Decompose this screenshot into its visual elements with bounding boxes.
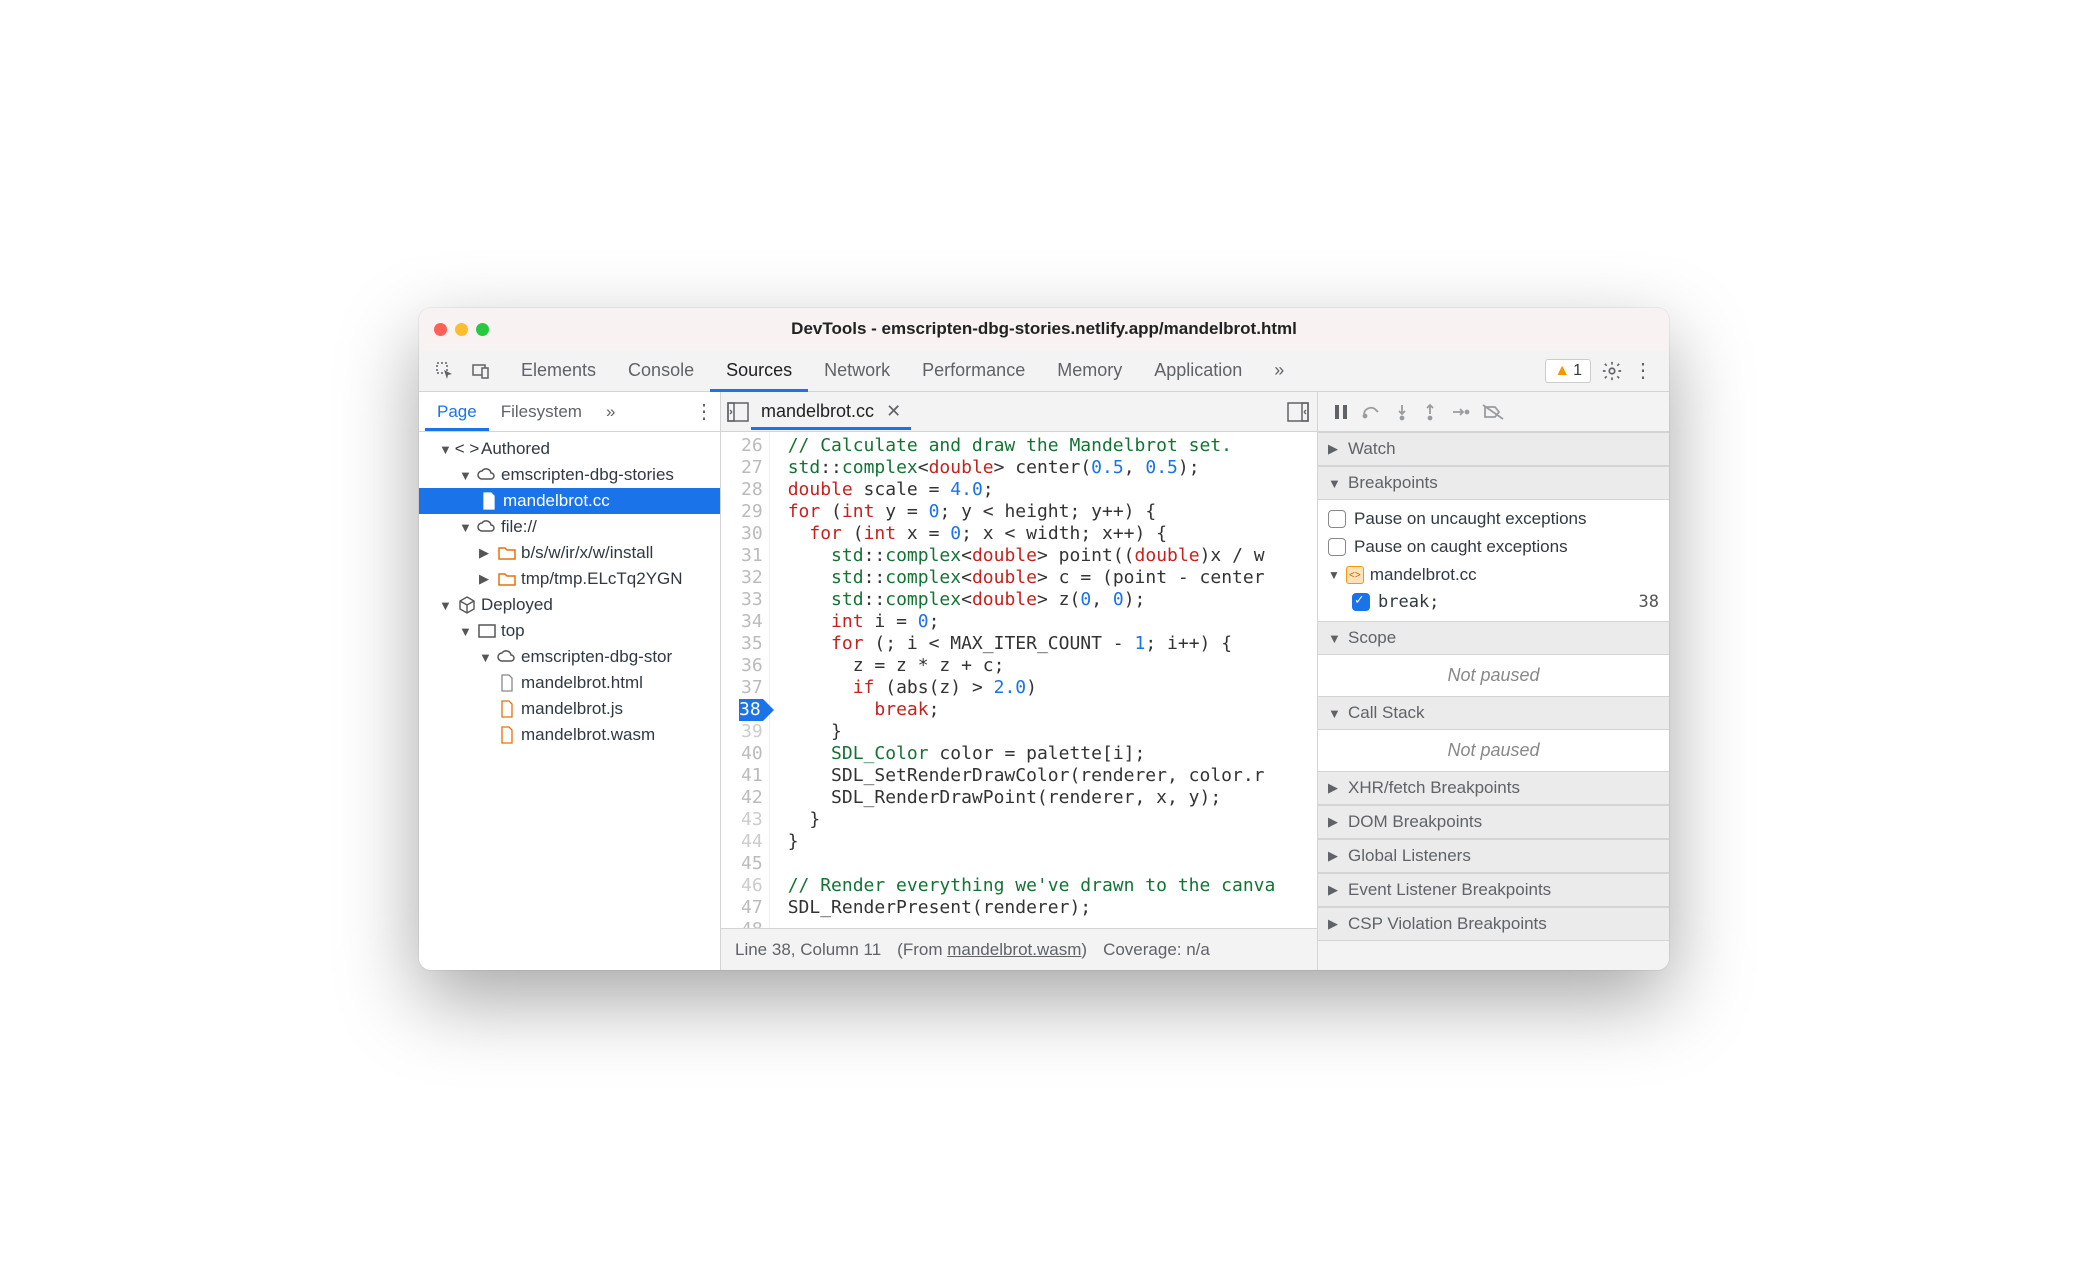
cloud-icon <box>477 468 497 482</box>
checkbox-icon[interactable] <box>1328 538 1346 556</box>
toggle-debugger-icon[interactable] <box>1287 402 1311 422</box>
source-map-origin[interactable]: (From mandelbrot.wasm) <box>897 940 1087 960</box>
scope-not-paused: Not paused <box>1318 655 1669 696</box>
editor-tabs: mandelbrot.cc ✕ <box>721 392 1317 432</box>
file-icon <box>497 674 517 692</box>
section-event-listener-breakpoints[interactable]: ▶Event Listener Breakpoints <box>1318 873 1669 907</box>
tab-more[interactable]: » <box>1258 350 1300 391</box>
tree-file-wasm[interactable]: mandelbrot.wasm <box>419 722 720 748</box>
code-editor[interactable]: 2627282930313233343536373839404142434445… <box>721 432 1317 928</box>
debugger-panel: ▶Watch ▼Breakpoints Pause on uncaught ex… <box>1317 392 1669 970</box>
nav-tab-page[interactable]: Page <box>425 393 489 431</box>
section-xhr-breakpoints[interactable]: ▶XHR/fetch Breakpoints <box>1318 771 1669 805</box>
panel-tabs: Elements Console Sources Network Perform… <box>505 350 1545 391</box>
maximize-window-button[interactable] <box>476 323 489 336</box>
file-tab-label: mandelbrot.cc <box>761 401 874 422</box>
tree-site-authored[interactable]: ▼ emscripten-dbg-stories <box>419 462 720 488</box>
step-over-icon[interactable] <box>1362 404 1382 420</box>
nav-tab-filesystem[interactable]: Filesystem <box>489 393 594 431</box>
tree-deployed[interactable]: ▼ Deployed <box>419 592 720 618</box>
device-toolbar-icon[interactable] <box>470 360 492 382</box>
tab-memory[interactable]: Memory <box>1041 350 1138 391</box>
warnings-badge[interactable]: ▲ 1 <box>1545 359 1591 383</box>
close-tab-icon[interactable]: ✕ <box>886 401 901 422</box>
tree-authored[interactable]: ▼ < > Authored <box>419 436 720 462</box>
brackets-icon: < > <box>457 439 477 459</box>
tree-folder-tmp[interactable]: ▶ tmp/tmp.ELcTq2YGN <box>419 566 720 592</box>
code-area[interactable]: // Calculate and draw the Mandelbrot set… <box>770 432 1317 928</box>
titlebar: DevTools - emscripten-dbg-stories.netlif… <box>419 308 1669 350</box>
step-out-icon[interactable] <box>1422 403 1438 421</box>
folder-icon <box>497 572 517 586</box>
section-csp-breakpoints[interactable]: ▶CSP Violation Breakpoints <box>1318 907 1669 941</box>
tree-site-deployed[interactable]: ▼ emscripten-dbg-stor <box>419 644 720 670</box>
section-callstack[interactable]: ▼Call Stack <box>1318 696 1669 730</box>
breakpoint-entry[interactable]: break; 38 <box>1328 589 1659 616</box>
pause-caught-row[interactable]: Pause on caught exceptions <box>1328 533 1659 561</box>
devtools-window: DevTools - emscripten-dbg-stories.netlif… <box>419 308 1669 970</box>
tab-application[interactable]: Application <box>1138 350 1258 391</box>
folder-icon <box>497 546 517 560</box>
pause-uncaught-row[interactable]: Pause on uncaught exceptions <box>1328 505 1659 533</box>
file-tree: ▼ < > Authored ▼ emscripten-dbg-stories … <box>419 432 720 752</box>
coverage-status: Coverage: n/a <box>1103 940 1210 960</box>
navigator-sidebar: Page Filesystem » ⋮ ▼ < > Authored ▼ ems… <box>419 392 721 970</box>
checkbox-checked-icon[interactable] <box>1352 593 1370 611</box>
minimize-window-button[interactable] <box>455 323 468 336</box>
editor-status-bar: Line 38, Column 11 (From mandelbrot.wasm… <box>721 928 1317 970</box>
navigator-tabs: Page Filesystem » ⋮ <box>419 392 720 432</box>
kebab-menu-icon[interactable]: ⋮ <box>1633 358 1653 383</box>
toggle-navigator-icon[interactable] <box>727 402 751 422</box>
callstack-not-paused: Not paused <box>1318 730 1669 771</box>
traffic-lights <box>434 323 489 336</box>
tab-sources[interactable]: Sources <box>710 350 808 391</box>
deactivate-breakpoints-icon[interactable] <box>1482 404 1504 420</box>
settings-icon[interactable] <box>1601 360 1623 382</box>
section-global-listeners[interactable]: ▶Global Listeners <box>1318 839 1669 873</box>
file-tab[interactable]: mandelbrot.cc ✕ <box>751 394 911 429</box>
section-watch[interactable]: ▶Watch <box>1318 432 1669 466</box>
breakpoints-body: Pause on uncaught exceptions Pause on ca… <box>1318 500 1669 621</box>
frame-icon <box>477 624 497 638</box>
inspect-element-icon[interactable] <box>434 360 456 382</box>
breakpoint-file-row[interactable]: ▼ <> mandelbrot.cc <box>1328 561 1659 589</box>
warnings-count: 1 <box>1573 362 1582 380</box>
tab-elements[interactable]: Elements <box>505 350 612 391</box>
debugger-toolbar <box>1318 392 1669 432</box>
tab-console[interactable]: Console <box>612 350 710 391</box>
cloud-icon <box>497 650 517 664</box>
source-file-icon: <> <box>1346 566 1364 584</box>
cube-icon <box>457 596 477 614</box>
panel-body: Page Filesystem » ⋮ ▼ < > Authored ▼ ems… <box>419 392 1669 970</box>
window-title: DevTools - emscripten-dbg-stories.netlif… <box>791 319 1297 339</box>
close-window-button[interactable] <box>434 323 447 336</box>
file-icon <box>497 700 517 718</box>
section-scope[interactable]: ▼Scope <box>1318 621 1669 655</box>
pause-resume-icon[interactable] <box>1332 403 1350 421</box>
section-dom-breakpoints[interactable]: ▶DOM Breakpoints <box>1318 805 1669 839</box>
cursor-position: Line 38, Column 11 <box>735 940 881 960</box>
tree-folder-bsw[interactable]: ▶ b/s/w/ir/x/w/install <box>419 540 720 566</box>
step-icon[interactable] <box>1450 404 1470 420</box>
tree-file-html[interactable]: mandelbrot.html <box>419 670 720 696</box>
step-into-icon[interactable] <box>1394 403 1410 421</box>
warning-icon: ▲ <box>1554 362 1570 380</box>
tree-file-protocol[interactable]: ▼ file:// <box>419 514 720 540</box>
tab-network[interactable]: Network <box>808 350 906 391</box>
line-gutter[interactable]: 2627282930313233343536373839404142434445… <box>721 432 770 928</box>
main-toolbar: Elements Console Sources Network Perform… <box>419 350 1669 392</box>
checkbox-icon[interactable] <box>1328 510 1346 528</box>
file-icon <box>479 492 499 510</box>
tab-performance[interactable]: Performance <box>906 350 1041 391</box>
nav-tab-more[interactable]: » <box>594 393 627 431</box>
file-icon <box>497 726 517 744</box>
tree-file-mandelbrot-cc[interactable]: mandelbrot.cc <box>419 488 720 514</box>
tree-top[interactable]: ▼ top <box>419 618 720 644</box>
nav-kebab-icon[interactable]: ⋮ <box>694 399 714 424</box>
editor-panel: mandelbrot.cc ✕ 262728293031323334353637… <box>721 392 1317 970</box>
section-breakpoints[interactable]: ▼Breakpoints <box>1318 466 1669 500</box>
cloud-icon <box>477 520 497 534</box>
tree-file-js[interactable]: mandelbrot.js <box>419 696 720 722</box>
